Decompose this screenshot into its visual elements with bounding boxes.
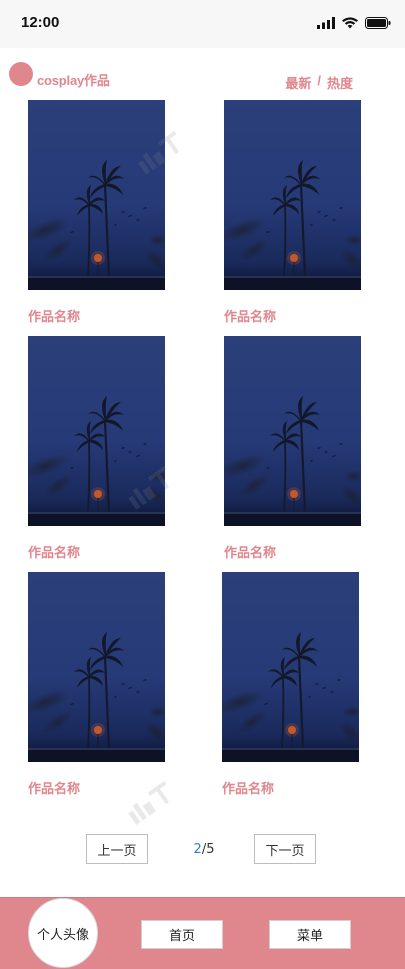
page-title: cosplay作品 (37, 73, 110, 88)
work-thumbnail[interactable] (28, 336, 165, 526)
sort-tabs: 最新 / 热度 (285, 73, 353, 92)
page-indicator: 2/5 (186, 842, 222, 857)
work-title[interactable]: 作品名称 (28, 306, 80, 325)
menu-button[interactable]: 菜单 (269, 920, 351, 949)
work-title[interactable]: 作品名称 (28, 542, 80, 561)
work-card[interactable]: 作品名称 (222, 572, 359, 797)
status-icons (317, 15, 391, 31)
work-thumbnail[interactable] (28, 100, 165, 290)
wifi-icon (342, 17, 358, 29)
status-time: 12:00 (21, 14, 60, 31)
battery-icon (365, 17, 391, 29)
work-card[interactable]: 作品名称 (224, 336, 361, 561)
work-card[interactable]: 作品名称 (28, 100, 165, 325)
bottom-nav-bar: 个人头像 首页 菜单 (0, 897, 405, 969)
current-page: 2 (193, 842, 202, 857)
work-card[interactable]: 作品名称 (28, 336, 165, 561)
work-thumbnail[interactable] (28, 572, 165, 762)
work-title[interactable]: 作品名称 (28, 778, 80, 797)
work-thumbnail[interactable] (224, 336, 361, 526)
signal-icon (317, 17, 335, 29)
status-bar: 12:00 (0, 0, 405, 48)
header: cosplay作品 最新 / 热度 (0, 48, 405, 100)
work-card[interactable]: 作品名称 (224, 100, 361, 325)
work-title[interactable]: 作品名称 (224, 542, 276, 561)
avatar[interactable] (9, 62, 33, 86)
next-page-button[interactable]: 下一页 (254, 834, 316, 864)
prev-page-button[interactable]: 上一页 (86, 834, 148, 864)
home-button[interactable]: 首页 (141, 920, 223, 949)
profile-avatar-button[interactable]: 个人头像 (28, 898, 98, 968)
work-title[interactable]: 作品名称 (224, 306, 276, 325)
work-card[interactable]: 作品名称 (28, 572, 165, 797)
work-thumbnail[interactable] (224, 100, 361, 290)
sort-hot-tab[interactable]: 热度 (327, 73, 353, 92)
work-thumbnail[interactable] (222, 572, 359, 762)
sort-latest-tab[interactable]: 最新 (285, 73, 311, 92)
watermark-logo-icon (128, 780, 170, 825)
work-title[interactable]: 作品名称 (222, 778, 274, 797)
total-pages: /5 (201, 842, 215, 857)
sort-separator: / (317, 73, 321, 88)
